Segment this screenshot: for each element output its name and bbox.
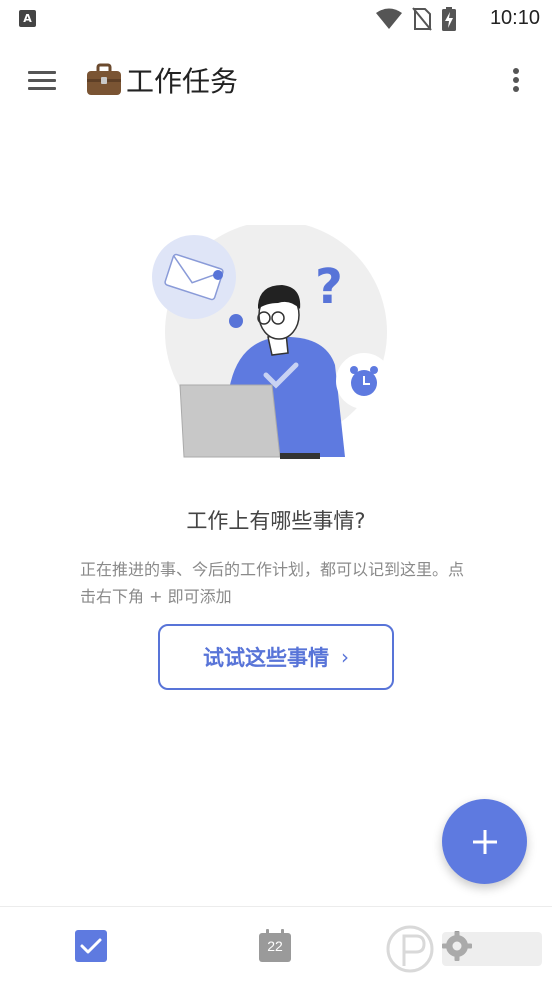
chevron-right-icon: › [341, 645, 349, 669]
empty-state-title: 工作上有哪些事情? [186, 509, 366, 533]
wifi-icon [376, 8, 402, 29]
empty-state-description: 正在推进的事、今后的工作计划，都可以记到这里。点击右下角 + 即可添加 [80, 560, 465, 606]
app-notification-icon: A [19, 10, 36, 27]
calendar-day-number: 22 [267, 938, 283, 954]
status-clock: 10:10 [489, 7, 540, 29]
battery-charging-icon [442, 7, 456, 31]
try-suggestions-button[interactable]: 试试这些事情 › [158, 624, 394, 690]
no-sim-icon [412, 7, 432, 31]
tab-tasks[interactable] [74, 929, 110, 965]
app-bar: 工作任务 [0, 40, 552, 120]
hamburger-line [28, 87, 56, 90]
add-task-fab[interactable] [442, 799, 527, 884]
try-suggestions-label: 试试这些事情 [203, 646, 329, 670]
dot [513, 77, 519, 83]
more-options-button[interactable] [498, 62, 534, 98]
title-text: 工作任务 [126, 65, 239, 98]
hamburger-line [28, 79, 56, 82]
plus-icon [472, 829, 497, 854]
dot [513, 68, 519, 74]
dot [513, 86, 519, 92]
checkbox-icon [75, 930, 107, 962]
menu-button[interactable] [22, 60, 64, 100]
briefcase-icon [87, 63, 121, 95]
status-bar: A 10:10 [0, 0, 552, 40]
tab-calendar[interactable]: 22 [258, 929, 294, 965]
svg-text:?: ? [315, 259, 343, 315]
hamburger-line [28, 71, 56, 74]
watermark-logo [386, 925, 542, 973]
empty-state-illustration: ? [152, 225, 392, 459]
status-icons [376, 6, 456, 32]
page-title: 工作任务 [86, 58, 238, 102]
